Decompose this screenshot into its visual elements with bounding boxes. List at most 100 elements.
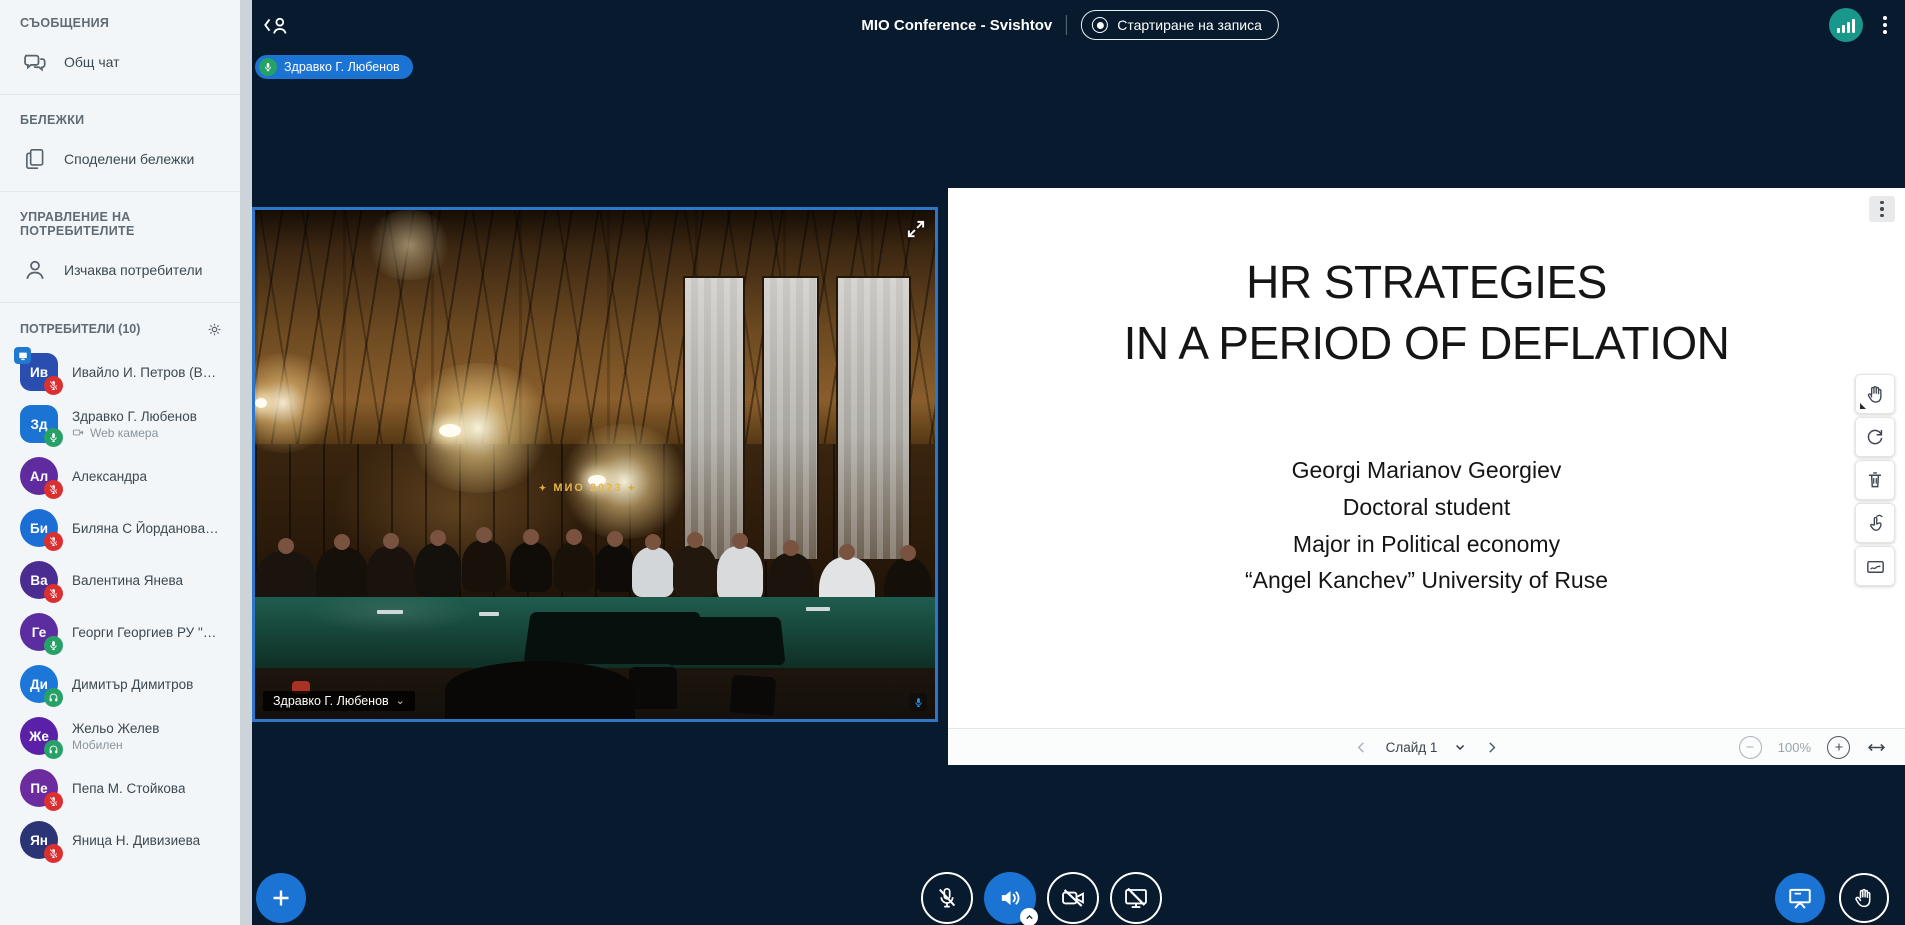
next-slide-button[interactable] — [1483, 739, 1500, 756]
record-icon — [1092, 17, 1108, 33]
user-list-item[interactable]: ПеПепа М. Стойкова — [0, 763, 240, 813]
talking-speaker-name: Здравко Г. Любенов — [284, 60, 400, 74]
talking-indicator[interactable]: Здравко Г. Любенов — [255, 55, 413, 79]
user-avatar: Ив — [20, 353, 58, 391]
sidebar-item-waiting-users[interactable]: Изчаква потребители — [0, 246, 240, 294]
user-avatar: Ал — [20, 457, 58, 495]
mic-icon — [44, 636, 63, 655]
user-list-item[interactable]: ЯнЯница Н. Дивизиева — [0, 815, 240, 865]
previous-slide-button[interactable] — [1353, 739, 1370, 756]
user-list-item[interactable]: ВаВалентина Янева — [0, 555, 240, 605]
slide-select-caret-icon[interactable] — [1453, 740, 1467, 754]
webcam-scene: МИО 2023 — [255, 210, 935, 719]
notes-icon — [20, 144, 50, 174]
slide-number-label[interactable]: Слайд 1 — [1386, 740, 1438, 755]
whiteboard-toolbar — [1855, 374, 1895, 586]
muted-mic-icon — [44, 480, 63, 499]
action-bar-right — [1775, 873, 1889, 923]
avatar-initials: Ив — [30, 365, 48, 380]
zoom-level: 100% — [1778, 740, 1811, 755]
muted-mic-icon — [44, 376, 63, 395]
user-list-item[interactable]: Ге Георги Георгиев РУ "Ангел Кънч... — [0, 607, 240, 657]
slide-canvas[interactable]: HR STRATEGIES IN A PERIOD OF DEFLATION G… — [948, 188, 1905, 728]
notes-header: БЕЛЕЖКИ — [0, 97, 240, 135]
webcam-mic-icon — [909, 693, 927, 711]
mic-icon — [259, 58, 277, 76]
actions-plus-button[interactable] — [256, 873, 306, 923]
restore-presentation-button[interactable] — [1775, 873, 1825, 923]
undo-icon[interactable] — [1855, 417, 1895, 457]
headphones-icon — [44, 740, 63, 759]
avatar-initials: Ге — [32, 625, 46, 640]
user-list-item[interactable]: ЖеЖельо ЖелевМобилен — [0, 711, 240, 761]
presentation-bottom-bar: Слайд 1 100% — [948, 728, 1905, 765]
user-name: Здравко Г. Любенов — [72, 409, 197, 424]
share-webcam-button[interactable] — [1047, 872, 1099, 924]
connection-status-icon[interactable] — [1829, 8, 1863, 42]
user-name: Биляна С Йорданова 201704 — [72, 521, 220, 536]
audio-button[interactable] — [984, 872, 1036, 924]
share-screen-button[interactable] — [1110, 872, 1162, 924]
user-name: Ивайло И. Петров (Вие) — [72, 365, 220, 380]
user-avatar: Би — [20, 509, 58, 547]
divider — [0, 302, 240, 303]
draw-tool-icon[interactable] — [1855, 503, 1895, 543]
audio-options-caret-icon[interactable] — [1020, 908, 1038, 925]
panel-resize-handle[interactable] — [240, 0, 252, 925]
user-avatar: Же — [20, 717, 58, 755]
zoom-in-button[interactable] — [1827, 736, 1850, 759]
start-recording-button[interactable]: Стартиране на записа — [1081, 10, 1279, 40]
mic-icon — [44, 428, 63, 447]
delete-annotations-icon[interactable] — [1855, 460, 1895, 500]
sidebar-item-shared-notes[interactable]: Споделени бележки — [0, 135, 240, 183]
manage-users-gear-icon[interactable] — [204, 319, 224, 339]
slide-title: HR STRATEGIES IN A PERIOD OF DEFLATION — [948, 252, 1905, 373]
fit-width-button[interactable] — [1866, 737, 1887, 758]
user-device-label: Мобилен — [72, 738, 159, 752]
user-avatar: Зд — [20, 405, 58, 443]
raise-hand-button[interactable] — [1839, 873, 1889, 923]
unmute-mic-button[interactable] — [921, 872, 973, 924]
user-list: Ив Ивайло И. Петров (Вие) Зд Здравко Г. Люб… — [0, 347, 240, 865]
users-header: ПОТРЕБИТЕЛИ (10) — [20, 322, 140, 336]
fullscreen-icon[interactable] — [905, 218, 927, 245]
webcam-name-label[interactable]: Здравко Г. Любенов ⌄ — [263, 691, 415, 711]
shape-tool-icon[interactable] — [1855, 546, 1895, 586]
user-list-item[interactable]: Зд Здравко Г. Любенов Web камера — [0, 399, 240, 449]
chat-icon — [20, 47, 50, 77]
sidebar-item-label: Изчаква потребители — [64, 262, 202, 278]
user-list-item[interactable]: Ив Ивайло И. Петров (Вие) — [0, 347, 240, 397]
sidebar-item-public-chat[interactable]: Общ чат — [0, 38, 240, 86]
user-device-label: Web камера — [72, 426, 197, 440]
muted-mic-icon — [44, 532, 63, 551]
user-avatar: Ге — [20, 613, 58, 651]
avatar-initials: Би — [30, 521, 48, 536]
muted-mic-icon — [44, 584, 63, 603]
messages-header: СЪОБЩЕНИЯ — [0, 0, 240, 38]
user-name: Яница Н. Дивизиева — [72, 833, 200, 848]
avatar-initials: Ал — [30, 469, 48, 484]
user-list-item[interactable]: Ал Александра — [0, 451, 240, 501]
avatar-initials: Же — [29, 729, 49, 744]
divider — [1066, 15, 1067, 35]
user-name: Георги Георгиев РУ "Ангел Кънч... — [72, 625, 220, 640]
options-menu-icon[interactable] — [1877, 12, 1893, 38]
user-avatar: Ва — [20, 561, 58, 599]
user-list-item[interactable]: ДиДимитър Димитров — [0, 659, 240, 709]
user-list-item[interactable]: Би Биляна С Йорданова 201704 — [0, 503, 240, 553]
avatar-initials: Пе — [30, 781, 47, 796]
toggle-userlist-icon[interactable] — [262, 12, 292, 43]
divider — [0, 94, 240, 95]
chevron-down-icon: ⌄ — [396, 696, 405, 707]
zoom-out-button[interactable] — [1739, 736, 1762, 759]
presentation-options-icon[interactable] — [1869, 196, 1895, 222]
record-label: Стартиране на записа — [1117, 17, 1262, 33]
action-bar — [921, 872, 1162, 924]
user-avatar: Пе — [20, 769, 58, 807]
user-management-header: УПРАВЛЕНИЕ НА ПОТРЕБИТЕЛИТЕ — [0, 194, 240, 246]
meeting-title: MIO Conference - Svishtov — [861, 17, 1052, 34]
pan-tool-button[interactable] — [1855, 374, 1895, 414]
webcam-video-feed[interactable]: МИО 2023 Здравко — [252, 207, 938, 722]
avatar-initials: Зд — [30, 417, 47, 432]
user-name: Александра — [72, 469, 147, 484]
